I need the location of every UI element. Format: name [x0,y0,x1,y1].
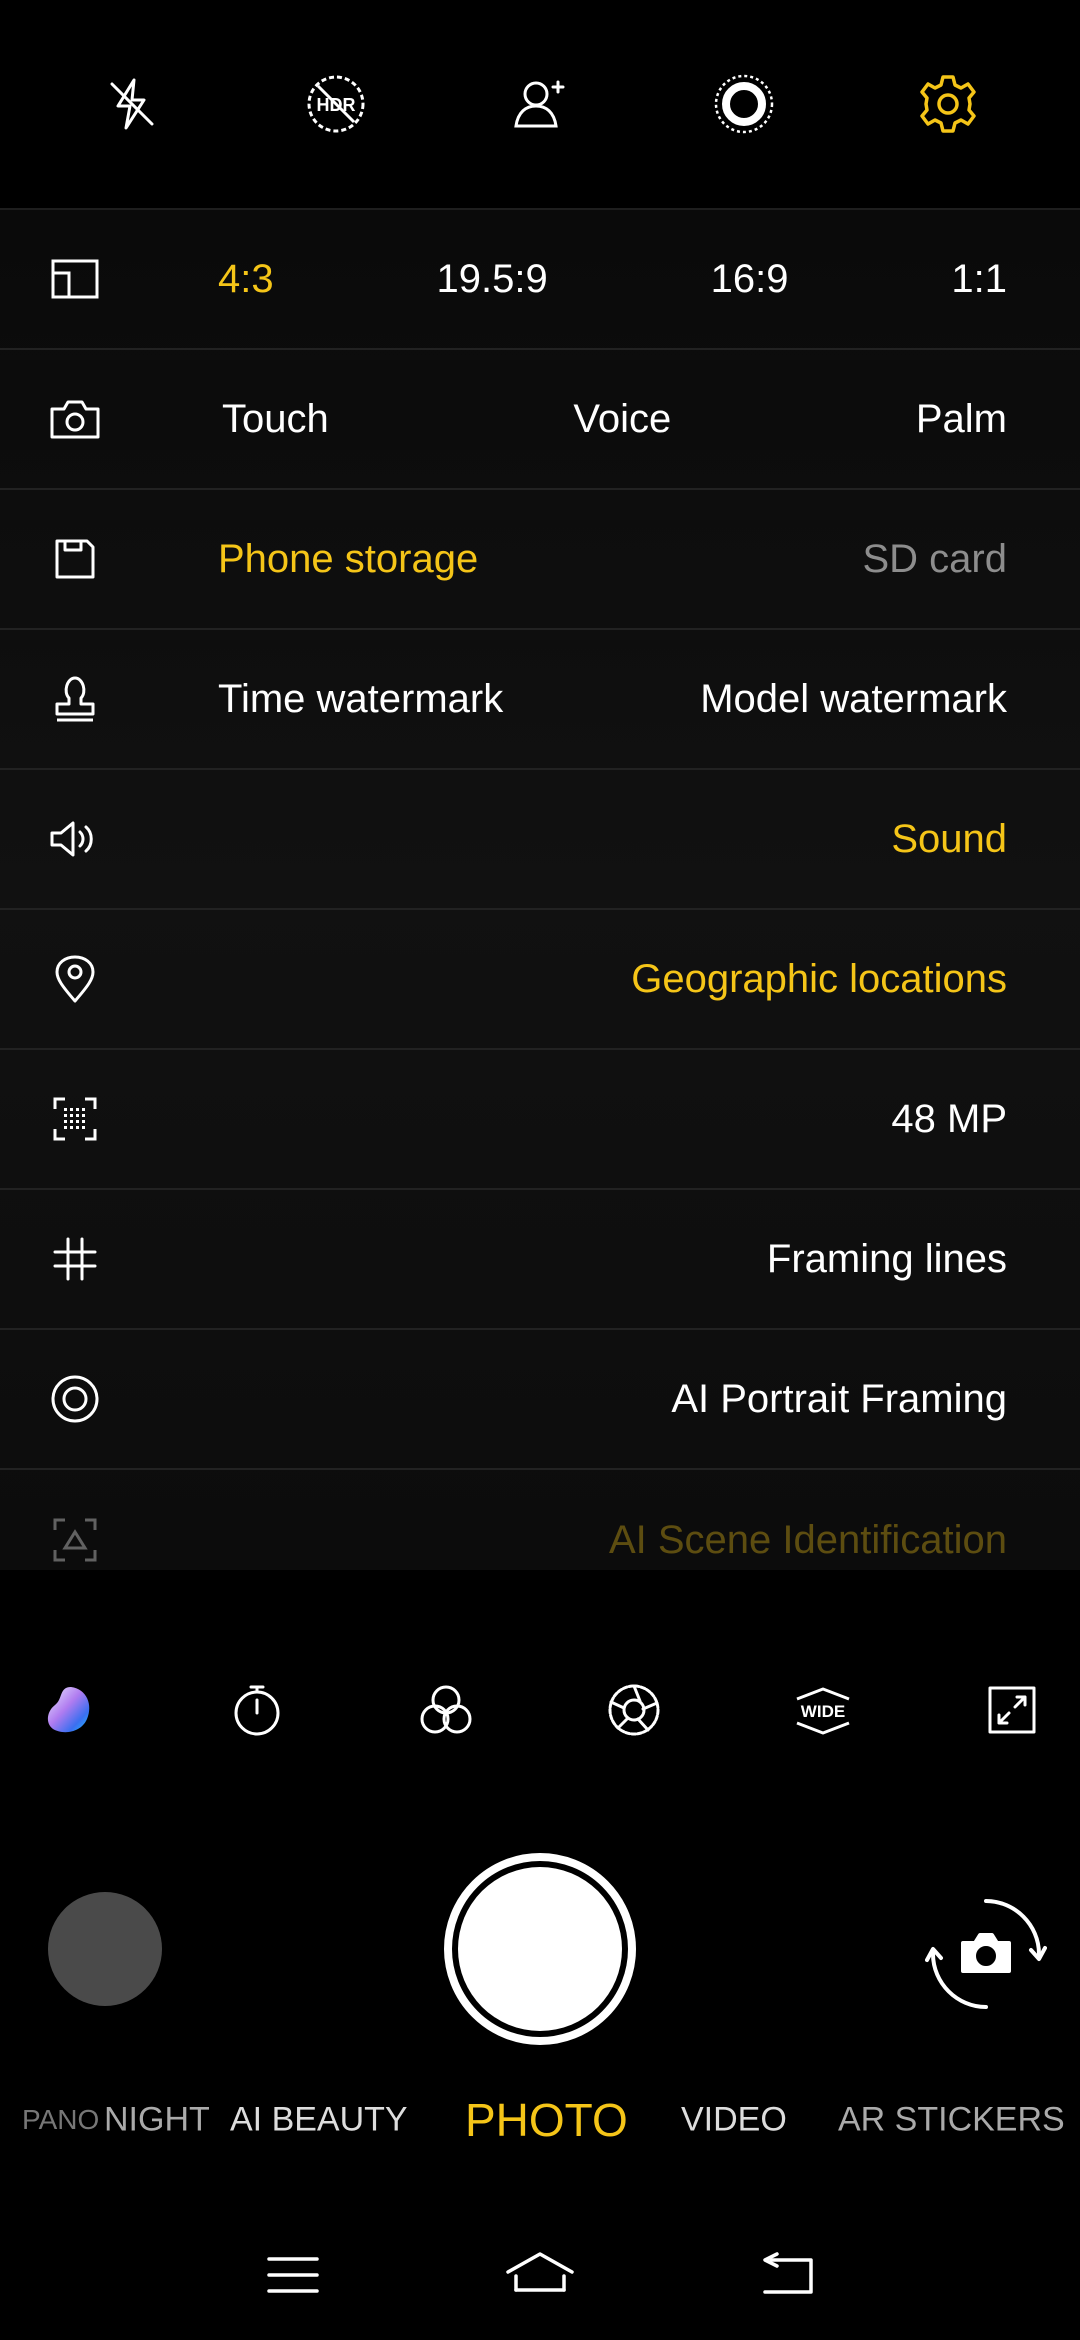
menu-icon[interactable] [248,2240,338,2310]
top-toolbar: HDR [0,0,1080,210]
watermark-time[interactable]: Time watermark [218,677,503,722]
sound-toggle[interactable]: Sound [891,817,1007,862]
mode-night[interactable]: NIGHT [104,2101,210,2140]
hdr-off-icon[interactable]: HDR [296,64,376,144]
grid-icon [42,1226,108,1292]
scene-identification-row[interactable]: AI Scene Identification [0,1470,1080,1570]
location-row[interactable]: Geographic locations [0,910,1080,1050]
filters-icon[interactable] [414,1678,478,1742]
scene-icon [42,1507,108,1570]
expand-icon[interactable] [980,1678,1044,1742]
aspect-4-3[interactable]: 4:3 [218,257,274,302]
portrait-framing-row[interactable]: AI Portrait Framing [0,1330,1080,1470]
camera-tools-bar: WIDE [0,1660,1080,1760]
storage-phone[interactable]: Phone storage [218,537,478,582]
flash-off-icon[interactable] [92,64,172,144]
resolution-value[interactable]: 48 MP [891,1097,1007,1142]
capture-palm[interactable]: Palm [916,397,1007,442]
mode-ar-stickers[interactable]: AR STICKERS [838,2101,1065,2140]
capture-voice[interactable]: Voice [573,397,671,442]
mode-video[interactable]: VIDEO [681,2101,787,2140]
shutter-button[interactable] [444,1853,636,2045]
switch-camera-icon[interactable] [925,1893,1047,2015]
save-icon [42,526,108,592]
stamp-icon [42,666,108,732]
aspect-19-5-9[interactable]: 19.5:9 [437,257,548,302]
camera-icon [42,386,108,452]
framing-lines-row[interactable]: Framing lines [0,1190,1080,1330]
mode-strip: PANO NIGHT AI BEAUTY PHOTO VIDEO AR STIC… [0,2085,1080,2155]
aspect-1-1[interactable]: 1:1 [951,257,1007,302]
add-user-icon[interactable] [500,64,580,144]
gallery-thumbnail[interactable] [48,1892,162,2006]
capture-method-row: Touch Voice Palm [0,350,1080,490]
watermark-row: Time watermark Model watermark [0,630,1080,770]
mode-photo[interactable]: PHOTO [465,2093,628,2147]
aspect-ratio-icon [42,246,108,312]
aspect-16-9[interactable]: 16:9 [711,257,789,302]
storage-row: Phone storage SD card [0,490,1080,630]
back-icon[interactable] [742,2240,832,2310]
gear-icon[interactable] [908,64,988,144]
mode-pano[interactable]: PANO [22,2104,99,2136]
portrait-framing-toggle[interactable]: AI Portrait Framing [671,1377,1007,1422]
wide-angle-icon[interactable]: WIDE [791,1678,855,1742]
watermark-model[interactable]: Model watermark [700,677,1007,722]
timer-icon[interactable] [225,1678,289,1742]
svg-text:WIDE: WIDE [801,1702,845,1721]
settings-panel: 4:3 19.5:9 16:9 1:1 Touch Voice Palm Pho [0,210,1080,1570]
speaker-icon [42,806,108,872]
navigation-bar [0,2220,1080,2330]
capture-touch[interactable]: Touch [222,397,329,442]
color-blob-icon[interactable] [36,1678,100,1742]
location-toggle[interactable]: Geographic locations [631,957,1007,1002]
aperture-icon[interactable] [602,1678,666,1742]
mode-ai-beauty[interactable]: AI BEAUTY [230,2101,408,2140]
framing-lines-toggle[interactable]: Framing lines [767,1237,1007,1282]
shutter-ring-icon[interactable] [704,64,784,144]
storage-sd-card[interactable]: SD card [863,537,1008,582]
home-icon[interactable] [495,2240,585,2310]
location-pin-icon [42,946,108,1012]
aspect-ratio-row: 4:3 19.5:9 16:9 1:1 [0,210,1080,350]
target-icon [42,1366,108,1432]
sound-row[interactable]: Sound [0,770,1080,910]
resolution-row[interactable]: 48 MP [0,1050,1080,1190]
megapixel-icon [42,1086,108,1152]
scene-identification-toggle[interactable]: AI Scene Identification [609,1518,1007,1563]
shutter-button-inner [458,1867,622,2031]
